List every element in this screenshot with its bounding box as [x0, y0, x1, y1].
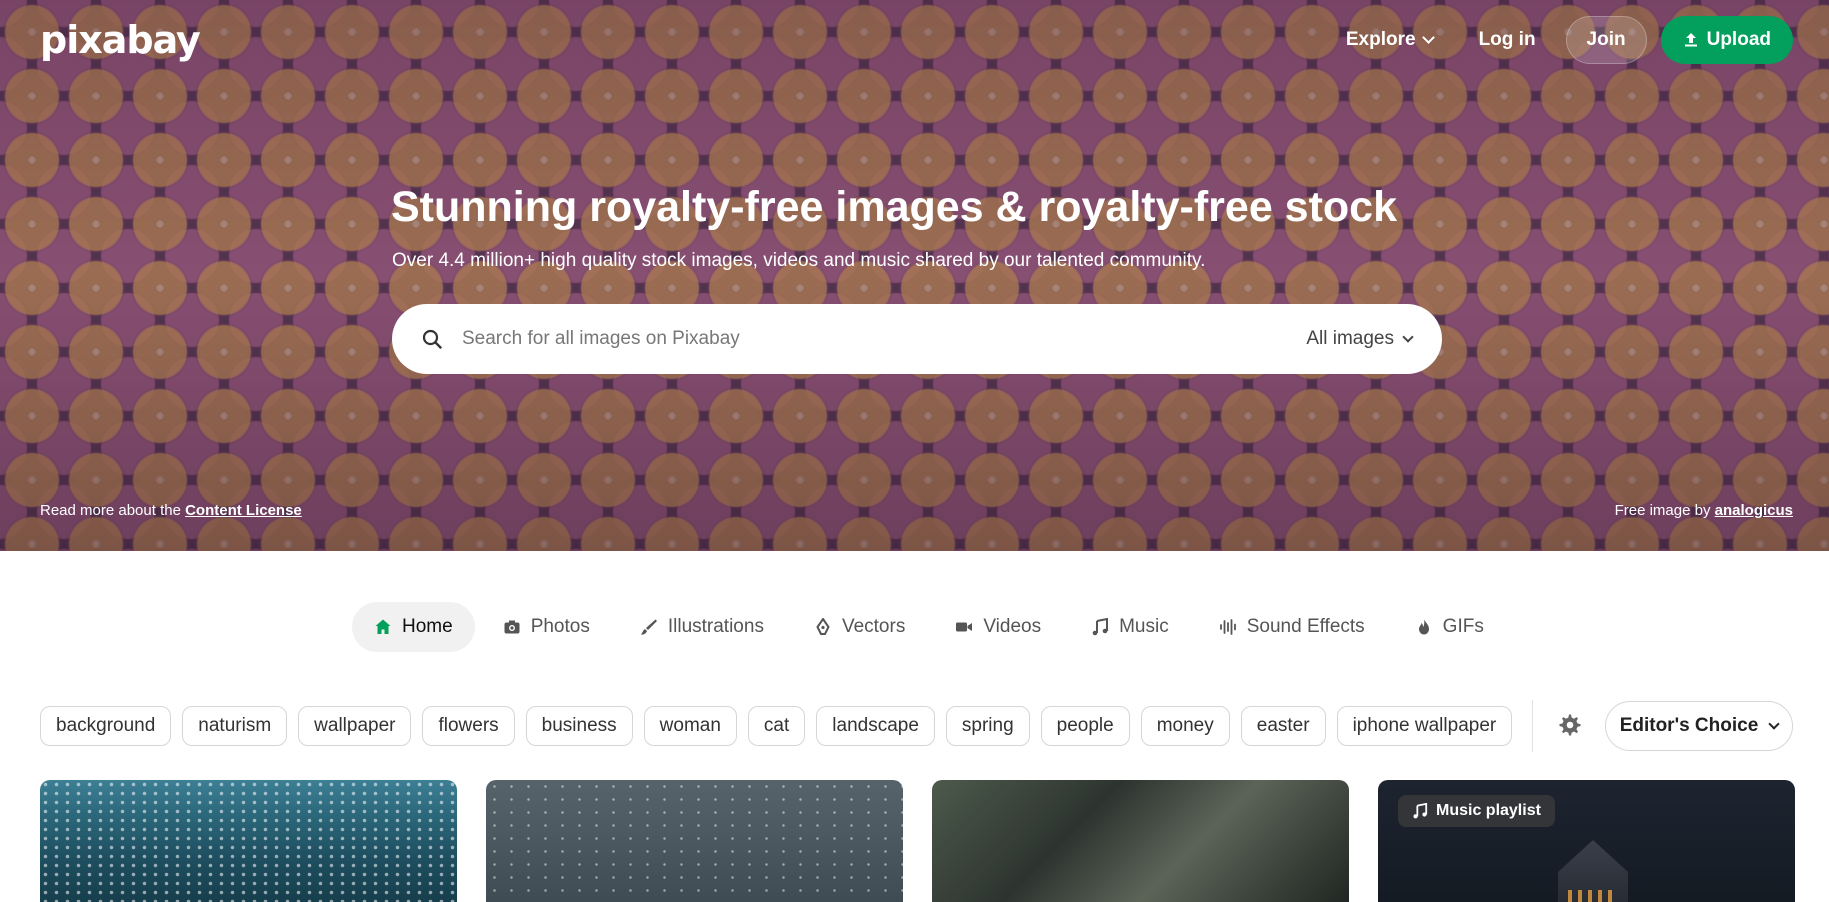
tag-chip[interactable]: business: [525, 706, 633, 746]
tab-label: Photos: [530, 616, 590, 637]
tab-label: Videos: [983, 616, 1042, 637]
hero-banner: pixabay Explore Log in Join Upload Stunn…: [0, 0, 1829, 551]
tab-illustrations[interactable]: Illustrations: [618, 602, 786, 652]
tag-chip[interactable]: spring: [945, 706, 1030, 746]
tag-chip[interactable]: people: [1040, 706, 1130, 746]
tab-videos[interactable]: Videos: [933, 602, 1063, 652]
upload-label: Upload: [1706, 29, 1771, 50]
hero-subline: Over 4.4 million+ high quality stock ima…: [392, 250, 1206, 271]
sort-dropdown[interactable]: Editor's Choice: [1605, 701, 1793, 751]
tag-chip[interactable]: cat: [747, 706, 806, 746]
search-type-label: All images: [1306, 328, 1394, 349]
tag-suggestions: background naturism wallpaper flowers bu…: [40, 706, 1513, 746]
category-tabs: Home Photos Illustrations Vectors Videos…: [352, 602, 1506, 652]
music-playlist-card[interactable]: Music playlist: [1378, 780, 1795, 902]
flame-icon: [1418, 619, 1429, 635]
tag-chip[interactable]: naturism: [182, 706, 288, 746]
upload-icon: [1684, 33, 1697, 47]
search-icon[interactable]: [422, 329, 442, 349]
tag-chip[interactable]: iphone wallpaper: [1336, 706, 1513, 746]
image-credit: Free image by analogicus: [1615, 502, 1793, 519]
search-type-dropdown[interactable]: All images: [1306, 328, 1414, 350]
pixabay-logo[interactable]: pixabay: [40, 18, 201, 62]
tag-chip[interactable]: easter: [1240, 706, 1326, 746]
tag-chip[interactable]: money: [1140, 706, 1230, 746]
camera-icon: [504, 620, 520, 634]
music-note-icon: [1413, 803, 1428, 819]
license-prefix: Read more about the: [40, 502, 186, 519]
hero-headline: Stunning royalty-free images & royalty-f…: [391, 183, 1398, 231]
tab-label: Illustrations: [667, 616, 764, 637]
waveform-icon: [1219, 619, 1236, 635]
chevron-down-icon: [1768, 717, 1780, 730]
explore-label: Explore: [1345, 29, 1416, 50]
search-input[interactable]: [462, 328, 1307, 350]
brush-icon: [640, 619, 657, 635]
tab-vectors[interactable]: Vectors: [792, 602, 927, 652]
tab-label: Vectors: [841, 616, 906, 637]
building-illustration: [1558, 840, 1628, 902]
gear-icon[interactable]: [1558, 713, 1582, 737]
tab-label: Sound Effects: [1246, 616, 1365, 637]
music-note-icon: [1092, 618, 1109, 636]
explore-menu-button[interactable]: Explore: [1330, 19, 1449, 61]
license-note: Read more about the Content License: [40, 502, 302, 519]
credit-author-link[interactable]: analogicus: [1715, 502, 1793, 519]
filter-divider: [1532, 700, 1533, 752]
content-license-link[interactable]: Content License: [185, 502, 302, 519]
tag-chip[interactable]: wallpaper: [298, 706, 412, 746]
image-card-tree-bark[interactable]: [932, 780, 1349, 902]
playlist-badge-label: Music playlist: [1436, 802, 1541, 819]
playlist-badge: Music playlist: [1398, 795, 1555, 827]
join-button[interactable]: Join: [1565, 16, 1647, 64]
tag-chip[interactable]: background: [40, 706, 172, 746]
search-bar: All images: [392, 304, 1442, 374]
tag-chip[interactable]: flowers: [422, 706, 515, 746]
tag-chip[interactable]: landscape: [816, 706, 935, 746]
login-link[interactable]: Log in: [1463, 19, 1552, 61]
tab-gifs[interactable]: GIFs: [1393, 602, 1506, 652]
pen-nib-icon: [816, 618, 830, 635]
home-icon: [375, 619, 391, 634]
top-navigation: Explore Log in Join Upload: [1330, 16, 1793, 64]
tag-chip[interactable]: woman: [643, 706, 737, 746]
tab-photos[interactable]: Photos: [481, 602, 612, 652]
image-card-starry-sky[interactable]: [486, 780, 903, 902]
tab-label: Music: [1119, 616, 1169, 637]
tab-home[interactable]: Home: [352, 602, 475, 652]
upload-button[interactable]: Upload: [1660, 16, 1793, 64]
tab-sound-effects[interactable]: Sound Effects: [1197, 602, 1387, 652]
tab-label: GIFs: [1442, 616, 1484, 637]
credit-prefix: Free image by: [1614, 502, 1715, 519]
chevron-down-icon: [1402, 330, 1414, 343]
video-camera-icon: [956, 622, 973, 632]
image-card-water[interactable]: [40, 780, 457, 902]
tab-music[interactable]: Music: [1069, 602, 1191, 652]
tab-label: Home: [402, 616, 453, 637]
chevron-down-icon: [1421, 31, 1435, 44]
sort-label: Editor's Choice: [1619, 715, 1759, 736]
